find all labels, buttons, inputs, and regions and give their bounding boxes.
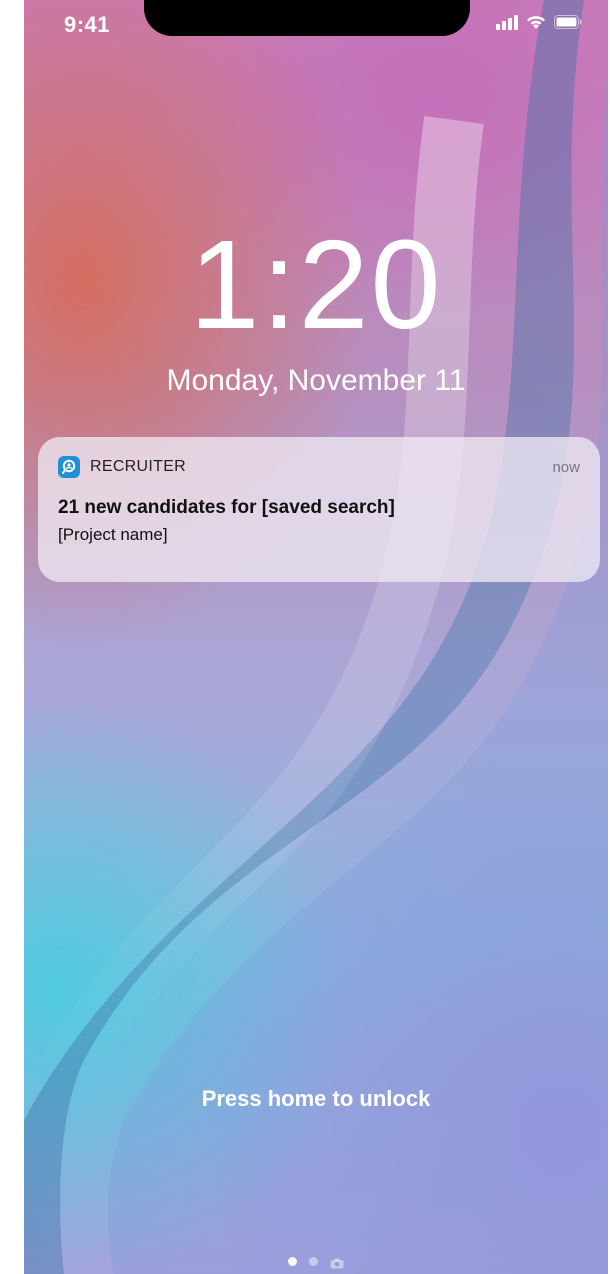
notification-timestamp: now <box>552 458 580 476</box>
unlock-prompt: Press home to unlock <box>201 1086 431 1111</box>
page-dot-active <box>288 1257 297 1266</box>
signal-icon <box>496 14 518 30</box>
status-bar-time: 9:41 <box>64 12 111 37</box>
wallpaper-wave <box>24 0 608 1274</box>
notification-body: [Project name] <box>58 525 168 544</box>
battery-icon <box>554 15 582 29</box>
notification-header: RECRUITER now <box>58 455 580 479</box>
camera-icon[interactable] <box>330 1256 344 1269</box>
page-indicator <box>24 1256 608 1269</box>
lock-screen-date: Monday, November 11 <box>166 364 466 397</box>
notification-title: 21 new candidates for [saved search] <box>58 497 395 518</box>
wifi-icon <box>526 15 546 30</box>
device-notch <box>144 0 470 36</box>
lock-screen-clock: 1:20 <box>189 214 443 355</box>
push-notification[interactable]: RECRUITER now 21 new candidates for [sav… <box>38 437 600 582</box>
status-bar-icons <box>496 14 582 30</box>
recruiter-search-icon <box>58 456 80 478</box>
lock-screen: 9:41 1:20 Monday, November 11 RECRUITER … <box>24 0 608 1274</box>
page-dot <box>309 1257 318 1266</box>
notification-app-name: RECRUITER <box>90 458 187 475</box>
